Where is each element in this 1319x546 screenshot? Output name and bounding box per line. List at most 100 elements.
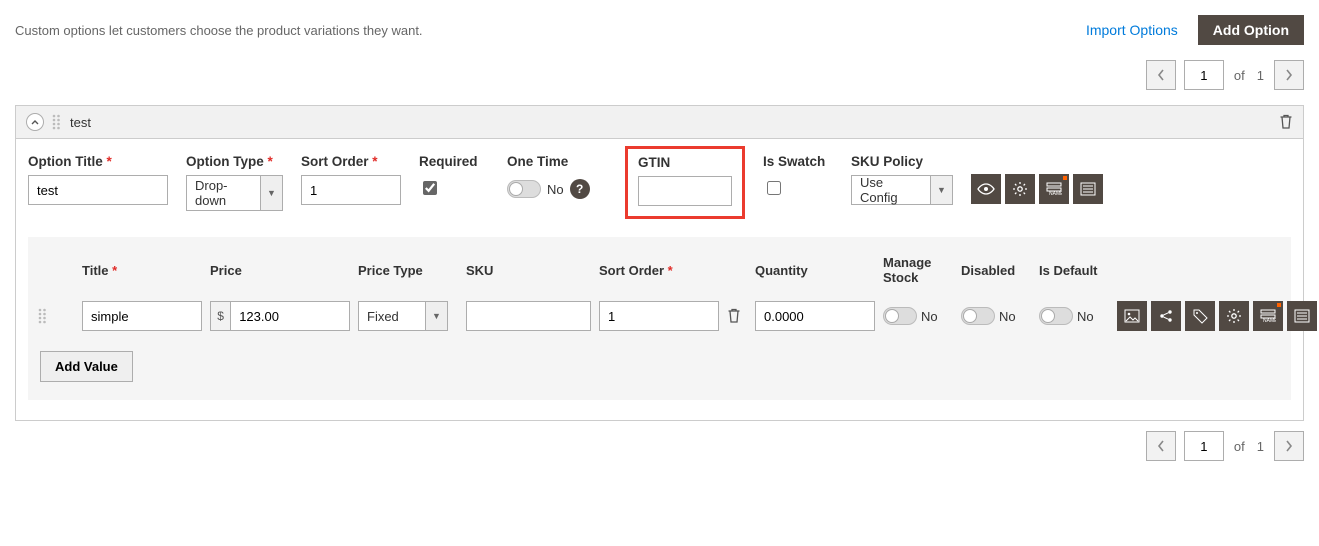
chevron-left-icon bbox=[1157, 69, 1165, 81]
disabled-text: No bbox=[999, 309, 1016, 324]
pager-current-input[interactable] bbox=[1184, 431, 1224, 461]
option-type-field: Option Type Drop-down ▼ bbox=[186, 154, 283, 211]
trash-icon bbox=[1279, 114, 1293, 130]
pager-total: 1 bbox=[1257, 439, 1264, 454]
value-settings-button[interactable] bbox=[1219, 301, 1249, 331]
option-header: test bbox=[16, 106, 1303, 139]
manage-stock-toggle[interactable] bbox=[883, 307, 917, 325]
chevron-down-icon: ▼ bbox=[931, 175, 953, 205]
col-price-label: Price bbox=[210, 263, 350, 278]
drag-handle-icon[interactable] bbox=[52, 114, 62, 130]
sku-policy-select[interactable]: Use Config ▼ bbox=[851, 175, 953, 205]
option-header-title: test bbox=[70, 115, 91, 130]
one-time-label: One Time bbox=[507, 154, 607, 169]
value-quantity-input[interactable] bbox=[755, 301, 875, 331]
gtin-field: GTIN bbox=[625, 146, 745, 219]
sku-policy-field: SKU Policy Use Config ▼ bbox=[851, 154, 953, 205]
value-sku-input[interactable] bbox=[466, 301, 591, 331]
chevron-right-icon bbox=[1285, 440, 1293, 452]
values-header-row: Title Price Price Type SKU Sort Order Qu… bbox=[28, 237, 1291, 293]
chevron-down-icon: ▼ bbox=[426, 301, 448, 331]
required-checkbox[interactable] bbox=[423, 181, 437, 195]
option-title-field: Option Title bbox=[28, 154, 168, 205]
add-option-button[interactable]: Add Option bbox=[1198, 15, 1304, 45]
svg-text:NAME: NAME bbox=[1263, 318, 1276, 323]
col-sortorder-label: Sort Order bbox=[599, 263, 719, 278]
dots-icon bbox=[38, 308, 48, 324]
help-icon[interactable]: ? bbox=[570, 179, 590, 199]
trash-icon bbox=[727, 308, 741, 324]
is-default-toggle[interactable] bbox=[1039, 307, 1073, 325]
pager-current-input[interactable] bbox=[1184, 60, 1224, 90]
required-label: Required bbox=[419, 154, 489, 169]
gear-icon bbox=[1012, 181, 1028, 197]
one-time-value: No bbox=[547, 182, 564, 197]
sort-order-input[interactable] bbox=[301, 175, 401, 205]
manage-stock-cell: No bbox=[883, 307, 953, 325]
svg-text:NAME: NAME bbox=[1049, 191, 1062, 196]
value-description-button[interactable] bbox=[1287, 301, 1317, 331]
option-body: Option Title Option Type Drop-down ▼ Sor… bbox=[16, 139, 1303, 420]
disabled-cell: No bbox=[961, 307, 1031, 325]
gear-icon bbox=[1226, 308, 1242, 324]
option-panel: test Option Title Option Type Drop-down … bbox=[15, 105, 1304, 421]
value-title-input[interactable] bbox=[82, 301, 202, 331]
top-buttons: Import Options Add Option bbox=[1076, 15, 1304, 45]
collapse-toggle[interactable] bbox=[26, 113, 44, 131]
one-time-toggle[interactable] bbox=[507, 180, 541, 198]
option-type-label: Option Type bbox=[186, 154, 283, 169]
name-config-button[interactable]: NAME bbox=[1039, 174, 1069, 204]
chevron-left-icon bbox=[1157, 440, 1165, 452]
description-button[interactable] bbox=[1073, 174, 1103, 204]
is-swatch-label: Is Swatch bbox=[763, 154, 833, 169]
option-fields-row: Option Title Option Type Drop-down ▼ Sor… bbox=[28, 154, 1291, 219]
pager-of-text: of bbox=[1234, 439, 1245, 454]
values-section: Title Price Price Type SKU Sort Order Qu… bbox=[28, 237, 1291, 400]
pager-prev-button[interactable] bbox=[1146, 431, 1176, 461]
option-title-input[interactable] bbox=[28, 175, 168, 205]
image-icon bbox=[1124, 309, 1140, 323]
image-button[interactable] bbox=[1117, 301, 1147, 331]
is-default-text: No bbox=[1077, 309, 1094, 324]
value-price-input[interactable] bbox=[230, 301, 350, 331]
sort-order-field: Sort Order bbox=[301, 154, 401, 205]
eye-icon bbox=[977, 183, 995, 195]
is-swatch-checkbox[interactable] bbox=[767, 181, 781, 195]
one-time-field: One Time No ? bbox=[507, 154, 607, 199]
col-sku-label: SKU bbox=[466, 263, 591, 278]
share-button[interactable] bbox=[1151, 301, 1181, 331]
value-sortorder-input[interactable] bbox=[599, 301, 719, 331]
sort-order-label: Sort Order bbox=[301, 154, 401, 169]
option-type-select[interactable]: Drop-down ▼ bbox=[186, 175, 283, 211]
chevron-up-icon bbox=[31, 119, 39, 125]
add-value-button[interactable]: Add Value bbox=[40, 351, 133, 382]
pager-prev-button[interactable] bbox=[1146, 60, 1176, 90]
settings-button[interactable] bbox=[1005, 174, 1035, 204]
value-name-button[interactable]: NAME bbox=[1253, 301, 1283, 331]
chevron-right-icon bbox=[1285, 69, 1293, 81]
col-quantity-label: Quantity bbox=[755, 263, 875, 278]
visibility-button[interactable] bbox=[971, 174, 1001, 204]
list-icon bbox=[1080, 182, 1096, 196]
rows-icon: NAME bbox=[1046, 182, 1062, 196]
sku-policy-value: Use Config bbox=[851, 175, 931, 205]
import-options-button[interactable]: Import Options bbox=[1076, 16, 1188, 44]
manage-stock-text: No bbox=[921, 309, 938, 324]
is-default-cell: No bbox=[1039, 307, 1109, 325]
delete-option-button[interactable] bbox=[1279, 114, 1293, 130]
gtin-input[interactable] bbox=[638, 176, 732, 206]
rows-icon: NAME bbox=[1260, 309, 1276, 323]
value-pricetype-select[interactable]: Fixed ▼ bbox=[358, 301, 448, 331]
col-disabled-label: Disabled bbox=[961, 263, 1031, 278]
pager-bottom: of 1 bbox=[15, 431, 1304, 461]
value-pricetype-value: Fixed bbox=[358, 301, 426, 331]
pager-next-button[interactable] bbox=[1274, 431, 1304, 461]
col-managestock-label: Manage Stock bbox=[883, 255, 953, 285]
row-drag-handle[interactable] bbox=[38, 308, 74, 324]
value-price-wrap: $ bbox=[210, 301, 350, 331]
tag-icon bbox=[1193, 309, 1208, 324]
pager-next-button[interactable] bbox=[1274, 60, 1304, 90]
disabled-toggle[interactable] bbox=[961, 307, 995, 325]
tag-button[interactable] bbox=[1185, 301, 1215, 331]
delete-value-button[interactable] bbox=[727, 308, 747, 324]
